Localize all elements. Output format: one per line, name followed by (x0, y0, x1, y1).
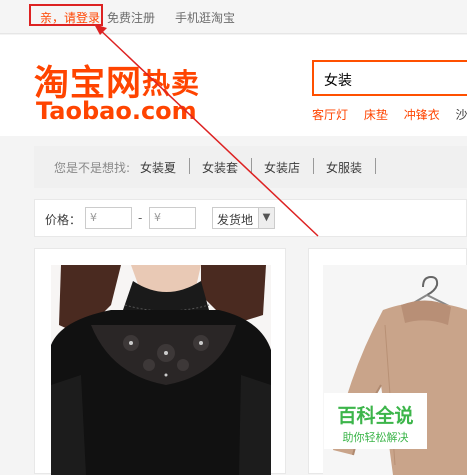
suggestion-item[interactable]: 女服装 (326, 159, 362, 176)
suggestion-bar: 您是不是想找: 女装夏 女装套 女装店 女服装 (34, 146, 467, 188)
search-input[interactable]: 女装 (312, 60, 467, 96)
product-image[interactable] (51, 265, 271, 475)
logo-suffix: 热卖 (142, 67, 201, 100)
black-lace-top-photo (51, 265, 271, 475)
watermark-badge: 百科全说 助你轻松解决 (324, 393, 427, 449)
mobile-taobao-link[interactable]: 手机逛淘宝 (175, 9, 235, 26)
price-label: 价格： (45, 213, 82, 227)
hot-search-words: 客厅灯 床垫 冲锋衣 沙发 (312, 106, 467, 123)
suggestion-item[interactable]: 女装套 (202, 159, 238, 176)
divider (251, 158, 252, 174)
price-min-input[interactable]: ¥ (85, 207, 132, 229)
header: 淘宝网热卖 Taobao.com 女装 客厅灯 床垫 冲锋衣 沙发 (0, 35, 467, 136)
login-highlight-box (29, 4, 103, 26)
search-query: 女装 (324, 73, 352, 89)
suggestion-label: 您是不是想找: (54, 161, 131, 175)
price-dash: - (138, 211, 143, 225)
hotword-link[interactable]: 客厅灯 (312, 108, 348, 122)
divider (313, 158, 314, 174)
divider (375, 158, 376, 174)
suggestion-item[interactable]: 女装店 (264, 159, 300, 176)
badge-title: 百科全说 (337, 405, 414, 427)
ship-from-select[interactable]: 发货地 ▼ (212, 207, 275, 229)
hotword-link[interactable]: 床垫 (364, 108, 388, 122)
logo-english: Taobao.com (36, 97, 197, 125)
divider (189, 158, 190, 174)
hotword-link[interactable]: 冲锋衣 (404, 108, 440, 122)
product-card[interactable] (34, 248, 286, 475)
filter-bar: 价格： ¥ - ¥ 发货地 ▼ (34, 199, 467, 237)
signup-link[interactable]: 免费注册 (107, 9, 155, 26)
price-max-input[interactable]: ¥ (149, 207, 196, 229)
hotword-link[interactable]: 沙发 (456, 108, 467, 122)
ship-from-label: 发货地 (217, 213, 254, 227)
badge-subtitle: 助你轻松解决 (342, 431, 409, 444)
top-bar: 亲，请登录 免费注册 手机逛淘宝 (0, 0, 467, 34)
suggestion-item[interactable]: 女装夏 (140, 159, 176, 176)
chevron-down-icon[interactable]: ▼ (258, 208, 274, 228)
